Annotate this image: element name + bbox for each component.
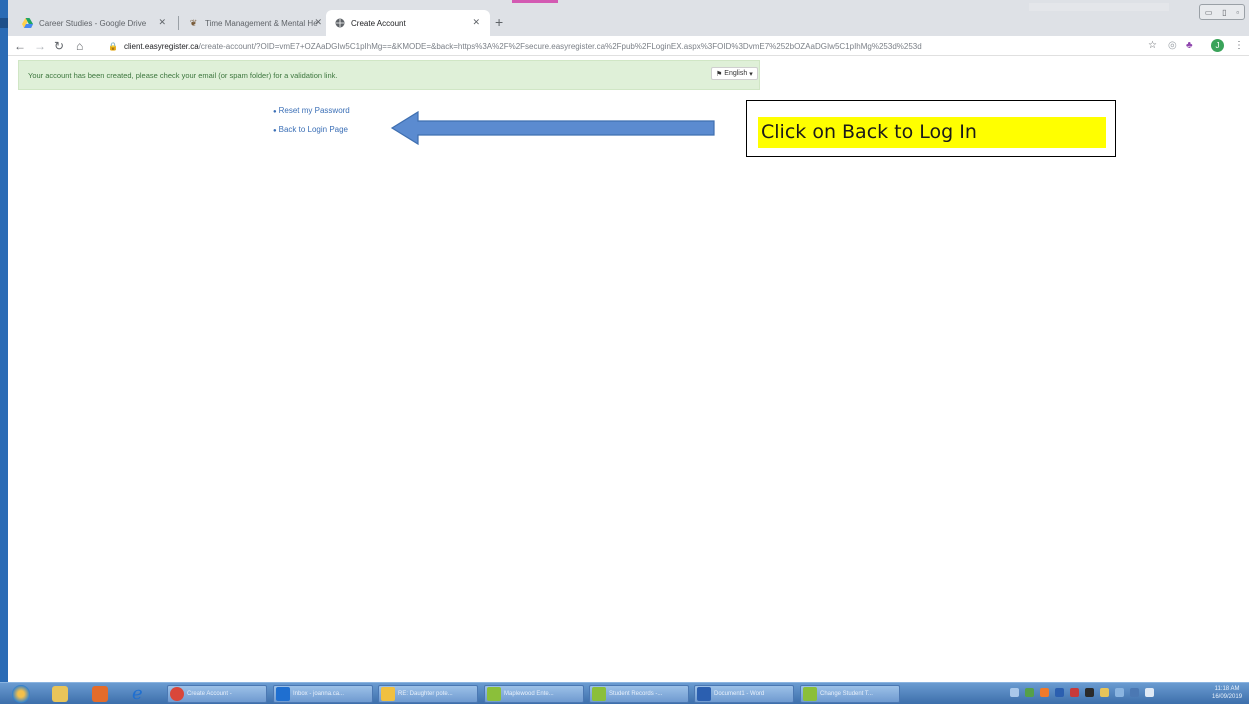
maplewood-icon <box>803 687 817 701</box>
taskbar-item-maplewood[interactable]: Maplewood Ente... <box>484 685 584 703</box>
maximize-icon[interactable]: ▯ <box>1222 8 1226 17</box>
window-controls[interactable]: ▭ ▯ ▫ <box>1199 4 1245 20</box>
new-tab-button[interactable]: + <box>495 14 503 30</box>
tab-title: Career Studies - Google Drive <box>39 18 147 28</box>
flag-icon: ⚑ <box>716 70 723 78</box>
extension-icon[interactable]: ◎ <box>1168 39 1177 53</box>
tab-title: Create Account <box>351 18 406 28</box>
reset-password-link[interactable]: ● Reset my Password <box>273 106 350 115</box>
taskbar-item-label: Create Account - <box>187 691 232 697</box>
close-icon[interactable]: ✕ <box>314 17 322 28</box>
taskbar-item-label: RE: Daughter pote... <box>398 691 453 697</box>
tray-icon[interactable] <box>1055 688 1064 697</box>
tab-create-account[interactable]: Create Account ✕ <box>326 10 490 36</box>
caret-down-icon: ▾ <box>749 70 753 78</box>
system-clock[interactable]: 11:18 AM 16/09/2019 <box>1212 685 1242 701</box>
tray-icon[interactable] <box>1070 688 1079 697</box>
url-host: client.easyregister.ca <box>123 41 199 51</box>
system-tray <box>1010 688 1154 697</box>
windows-taskbar: e Create Account - Inbox - joanna.ca... … <box>0 682 1249 704</box>
bookmark-star-icon[interactable]: ☆ <box>1148 39 1157 53</box>
close-icon[interactable]: ✕ <box>472 17 480 28</box>
bullet-icon: ● <box>273 109 277 115</box>
wellness-icon: ❦ <box>189 17 198 28</box>
taskbar-item-label: Maplewood Ente... <box>504 691 554 697</box>
tab-divider <box>178 16 179 30</box>
home-icon[interactable]: ⌂ <box>76 38 83 54</box>
volume-icon[interactable] <box>1145 688 1154 697</box>
network-icon[interactable] <box>1130 688 1139 697</box>
taskbar-item-outlook[interactable]: Inbox - joanna.ca... <box>273 685 373 703</box>
maplewood-icon <box>487 687 501 701</box>
close-icon[interactable]: ✕ <box>158 17 166 28</box>
outlook-icon <box>276 687 290 701</box>
callout-text: Click on Back to Log In <box>758 117 1106 148</box>
browser-toolbar: ← → ↻ ⌂ 🔒 client.easyregister.ca /create… <box>8 36 1249 56</box>
tray-icon[interactable] <box>1025 688 1034 697</box>
taskbar-item-email[interactable]: RE: Daughter pote... <box>378 685 478 703</box>
tray-icon[interactable] <box>1085 688 1094 697</box>
tray-icon[interactable] <box>1040 688 1049 697</box>
reload-icon[interactable]: ↻ <box>54 38 64 54</box>
tab-strip: Career Studies - Google Drive ✕ ❦ Time M… <box>8 0 1249 36</box>
link-label: Back to Login Page <box>278 125 349 134</box>
bullet-icon: ● <box>273 128 277 134</box>
success-banner: Your account has been created, please ch… <box>18 60 760 90</box>
internet-explorer-icon[interactable]: e <box>132 685 148 703</box>
annotation-callout: Click on Back to Log In <box>746 100 1116 157</box>
window-left-edge <box>0 0 8 682</box>
taskbar-item-change-student[interactable]: Change Student T... <box>800 685 900 703</box>
taskbar-item-chrome[interactable]: Create Account - <box>167 685 267 703</box>
taskbar-item-label: Inbox - joanna.ca... <box>293 691 345 697</box>
clock-date: 16/09/2019 <box>1212 694 1243 700</box>
faint-window-overlay <box>1029 3 1169 11</box>
maplewood-icon <box>592 687 606 701</box>
url-path: /create-account/?OID=vmE7+OZAaDGIw5C1pIh… <box>198 41 922 51</box>
tray-icon[interactable] <box>1115 688 1124 697</box>
forward-arrow-icon[interactable]: → <box>34 38 46 54</box>
tray-icon[interactable] <box>1010 688 1019 697</box>
menu-kebab-icon[interactable]: ⋮ <box>1234 39 1244 53</box>
back-arrow-icon[interactable]: ← <box>14 38 26 54</box>
tab-time-management[interactable]: ❦ Time Management & Mental He ✕ <box>180 10 332 36</box>
minimize-icon[interactable]: ▭ <box>1205 8 1213 17</box>
link-label: Reset my Password <box>278 106 350 115</box>
envelope-icon <box>381 687 395 701</box>
media-player-icon[interactable] <box>92 686 108 702</box>
globe-icon <box>334 18 345 29</box>
screen: Career Studies - Google Drive ✕ ❦ Time M… <box>0 0 1249 704</box>
chrome-icon <box>170 687 184 701</box>
taskbar-item-student-records[interactable]: Student Records -... <box>589 685 689 703</box>
banner-message: Your account has been created, please ch… <box>28 70 338 80</box>
address-bar[interactable]: 🔒 client.easyregister.ca /create-account… <box>108 38 1108 54</box>
start-button-icon[interactable] <box>12 685 30 703</box>
annotation-arrow <box>390 110 715 146</box>
profile-avatar-icon[interactable]: J <box>1211 39 1224 52</box>
tab-career-studies[interactable]: Career Studies - Google Drive ✕ <box>14 10 176 36</box>
tray-icon[interactable] <box>1100 688 1109 697</box>
tab-title: Time Management & Mental He <box>205 18 318 28</box>
tab-accent-line <box>512 0 558 3</box>
lock-icon: 🔒 <box>108 41 118 51</box>
language-label: English <box>724 70 748 77</box>
restore-icon[interactable]: ▫ <box>1236 8 1239 17</box>
taskbar-item-label: Document1 - Word <box>714 691 765 697</box>
back-to-login-link[interactable]: ● Back to Login Page <box>273 125 348 134</box>
word-icon <box>697 687 711 701</box>
taskbar-item-label: Student Records -... <box>609 691 663 697</box>
taskbar-item-label: Change Student T... <box>820 691 873 697</box>
file-explorer-icon[interactable] <box>52 686 68 702</box>
extension-puzzle-icon[interactable]: ♣ <box>1186 39 1193 53</box>
google-drive-icon <box>22 18 33 29</box>
clock-time: 11:18 AM <box>1214 686 1240 692</box>
edge-marker <box>0 18 8 28</box>
language-selector[interactable]: ⚑ English ▾ <box>711 67 758 80</box>
taskbar-item-word[interactable]: Document1 - Word <box>694 685 794 703</box>
